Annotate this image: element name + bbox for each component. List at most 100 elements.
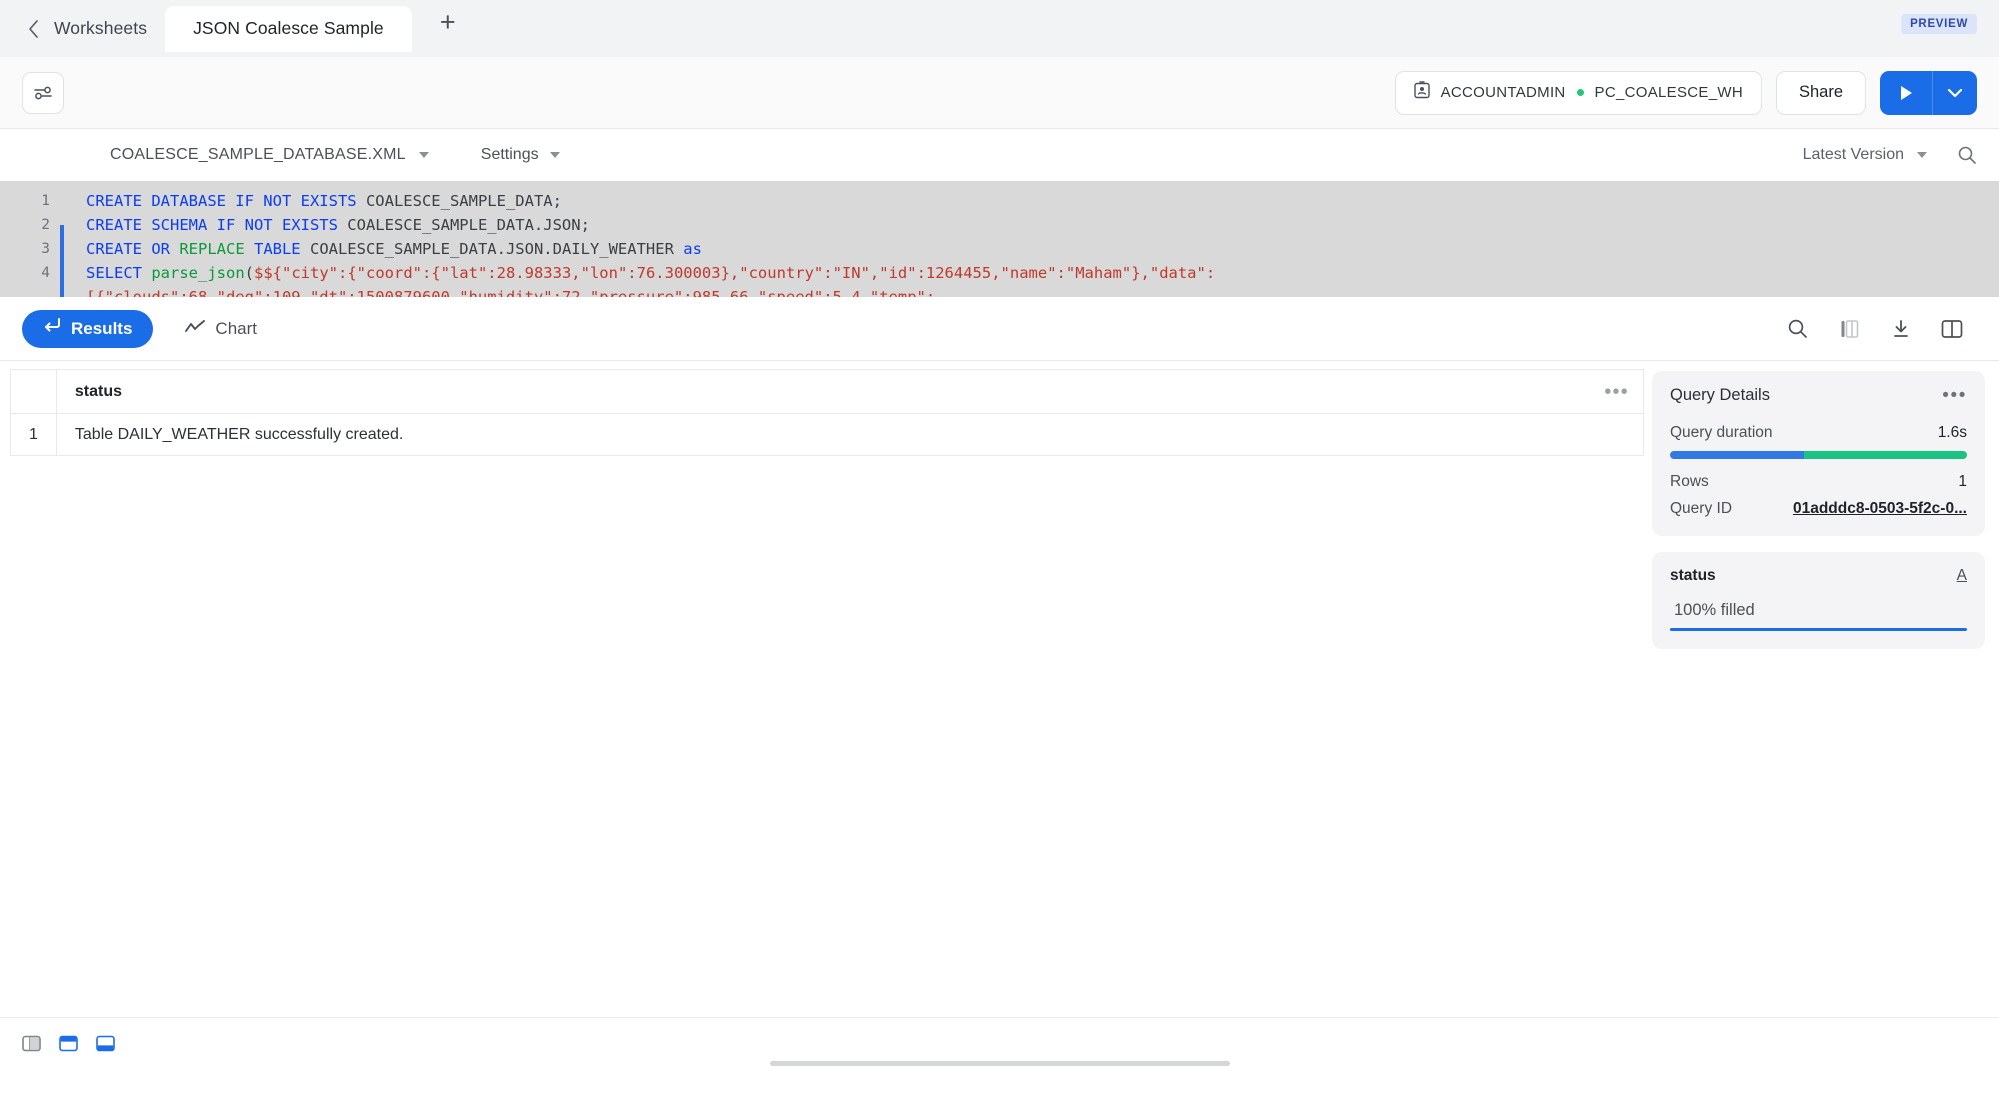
chevron-down-icon [550, 152, 560, 158]
selection-marker [60, 225, 64, 297]
results-tab-bar: Results Chart [0, 297, 1999, 361]
tab-results-label: Results [71, 319, 132, 339]
columns-icon[interactable] [1838, 319, 1861, 339]
split-panel-icon[interactable] [1941, 319, 1963, 339]
column-stats-name: status [1670, 567, 1716, 585]
worksheets-link[interactable]: Worksheets [54, 18, 147, 39]
results-table: status ••• 1 Table DAILY_WEATHER success… [10, 369, 1644, 456]
code-token: CREATE SCHEMA IF NOT EXISTS [86, 216, 347, 234]
code-token: CREATE OR [86, 240, 179, 258]
query-duration-label: Query duration [1670, 424, 1773, 442]
search-icon[interactable] [1957, 145, 1977, 165]
run-button[interactable] [1880, 71, 1932, 115]
sliders-icon[interactable] [22, 72, 64, 114]
id-badge-icon [1414, 81, 1430, 104]
chevron-down-icon [1917, 152, 1927, 158]
code-token: $$ [254, 264, 273, 282]
return-arrow-icon [43, 318, 61, 339]
tab-chart-label: Chart [215, 319, 257, 339]
worksheet-toolbar-right: Latest Version [1803, 145, 1977, 165]
panel-top-icon[interactable] [59, 1034, 78, 1053]
results-toolbar [1787, 318, 1977, 339]
query-details-title: Query Details [1670, 386, 1770, 405]
column-stats-header: status A [1670, 567, 1967, 585]
code-token: SELECT [86, 264, 151, 282]
chevron-down-icon [419, 152, 429, 158]
download-icon[interactable] [1891, 319, 1911, 339]
search-icon[interactable] [1787, 318, 1808, 339]
ellipsis-icon[interactable]: ••• [1942, 386, 1967, 405]
context-role: ACCOUNTADMIN [1441, 84, 1566, 101]
code-line: CREATE OR REPLACE TABLE COALESCE_SAMPLE_… [86, 237, 1999, 261]
tab-bar: Worksheets JSON Coalesce Sample + PREVIE… [0, 0, 1999, 57]
ellipsis-icon[interactable]: ••• [1605, 382, 1629, 401]
column-stats-card: status A 100% filled [1652, 552, 1985, 649]
code-token: TABLE [254, 240, 310, 258]
settings-label: Settings [481, 146, 539, 164]
query-duration-row: Query duration 1.6s [1670, 424, 1967, 442]
line-number: 4 [0, 261, 64, 285]
row-index: 1 [11, 414, 57, 456]
results-body: status ••• 1 Table DAILY_WEATHER success… [0, 361, 1999, 1017]
run-options-caret-icon[interactable] [1933, 71, 1977, 115]
version-selector[interactable]: Latest Version [1803, 146, 1927, 164]
query-details-header: Query Details ••• [1670, 386, 1967, 405]
results-table-area: status ••• 1 Table DAILY_WEATHER success… [0, 361, 1644, 1017]
editor-gutter: 1 2 3 4 [0, 181, 64, 297]
tab-results[interactable]: Results [22, 310, 153, 348]
line-number: 2 [0, 213, 64, 237]
details-panel: Query Details ••• Query duration 1.6s Ro… [1644, 361, 1999, 1017]
cell-status: Table DAILY_WEATHER successfully created… [56, 414, 1643, 456]
horizontal-scrollbar[interactable] [770, 1061, 1230, 1066]
table-header-row: status ••• [11, 370, 1644, 414]
action-bar-right: ACCOUNTADMIN PC_COALESCE_WH Share [1395, 71, 1977, 115]
context-status-dot [1577, 89, 1584, 96]
code-token: REPLACE [179, 240, 254, 258]
tab-chart[interactable]: Chart [167, 310, 275, 348]
context-selector[interactable]: ACCOUNTADMIN PC_COALESCE_WH [1395, 71, 1762, 115]
tab-json-coalesce-sample[interactable]: JSON Coalesce Sample [165, 6, 412, 52]
database-selector-label: COALESCE_SAMPLE_DATABASE.XML [110, 146, 406, 164]
query-id-link[interactable]: 01adddc8-0503-5f2c-0... [1793, 500, 1967, 518]
context-warehouse: PC_COALESCE_WH [1595, 84, 1743, 101]
preview-badge: PREVIEW [1901, 14, 1977, 34]
panel-left-icon[interactable] [22, 1034, 41, 1053]
chevron-left-icon[interactable] [22, 18, 44, 40]
tab-bar-left: Worksheets JSON Coalesce Sample + [0, 0, 468, 57]
code-token: ( [245, 264, 254, 282]
settings-menu[interactable]: Settings [481, 146, 560, 164]
code-line: CREATE SCHEMA IF NOT EXISTS COALESCE_SAM… [86, 213, 1999, 237]
action-bar: ACCOUNTADMIN PC_COALESCE_WH Share [0, 57, 1999, 129]
column-header-status[interactable]: status ••• [56, 370, 1643, 414]
rows-value: 1 [1958, 473, 1967, 491]
worksheet-toolbar: COALESCE_SAMPLE_DATABASE.XML Settings La… [0, 129, 1999, 181]
editor-code[interactable]: CREATE DATABASE IF NOT EXISTS COALESCE_S… [64, 181, 1999, 297]
status-bar [0, 1017, 1999, 1069]
column-filled-bar [1670, 628, 1967, 631]
query-id-label: Query ID [1670, 500, 1732, 518]
code-token: parse_json [151, 264, 244, 282]
add-tab-button[interactable]: + [428, 6, 468, 52]
code-token: as [683, 240, 702, 258]
query-duration-bar [1670, 451, 1967, 459]
table-row[interactable]: 1 Table DAILY_WEATHER successfully creat… [11, 414, 1644, 456]
rows-row: Rows 1 [1670, 473, 1967, 491]
query-details-card: Query Details ••• Query duration 1.6s Ro… [1652, 371, 1985, 536]
panel-bottom-icon[interactable] [96, 1034, 115, 1053]
version-label: Latest Version [1803, 146, 1904, 164]
column-filled-text: 100% filled [1670, 601, 1967, 620]
line-chart-icon [185, 319, 205, 339]
share-button[interactable]: Share [1776, 71, 1866, 115]
tab-label: JSON Coalesce Sample [193, 18, 384, 39]
column-type-icon[interactable]: A [1957, 567, 1967, 585]
code-token: COALESCE_SAMPLE_DATA.JSON.DAILY_WEATHER [310, 240, 683, 258]
row-index-header [11, 370, 57, 414]
sql-editor[interactable]: 1 2 3 4 CREATE DATABASE IF NOT EXISTS CO… [0, 181, 1999, 297]
database-selector[interactable]: COALESCE_SAMPLE_DATABASE.XML [110, 146, 429, 164]
run-button-group [1880, 71, 1977, 115]
rows-label: Rows [1670, 473, 1709, 491]
code-token: COALESCE_SAMPLE_DATA; [366, 192, 562, 210]
line-number: 1 [0, 189, 64, 213]
query-id-row: Query ID 01adddc8-0503-5f2c-0... [1670, 500, 1967, 518]
code-token: CREATE DATABASE IF NOT EXISTS [86, 192, 366, 210]
